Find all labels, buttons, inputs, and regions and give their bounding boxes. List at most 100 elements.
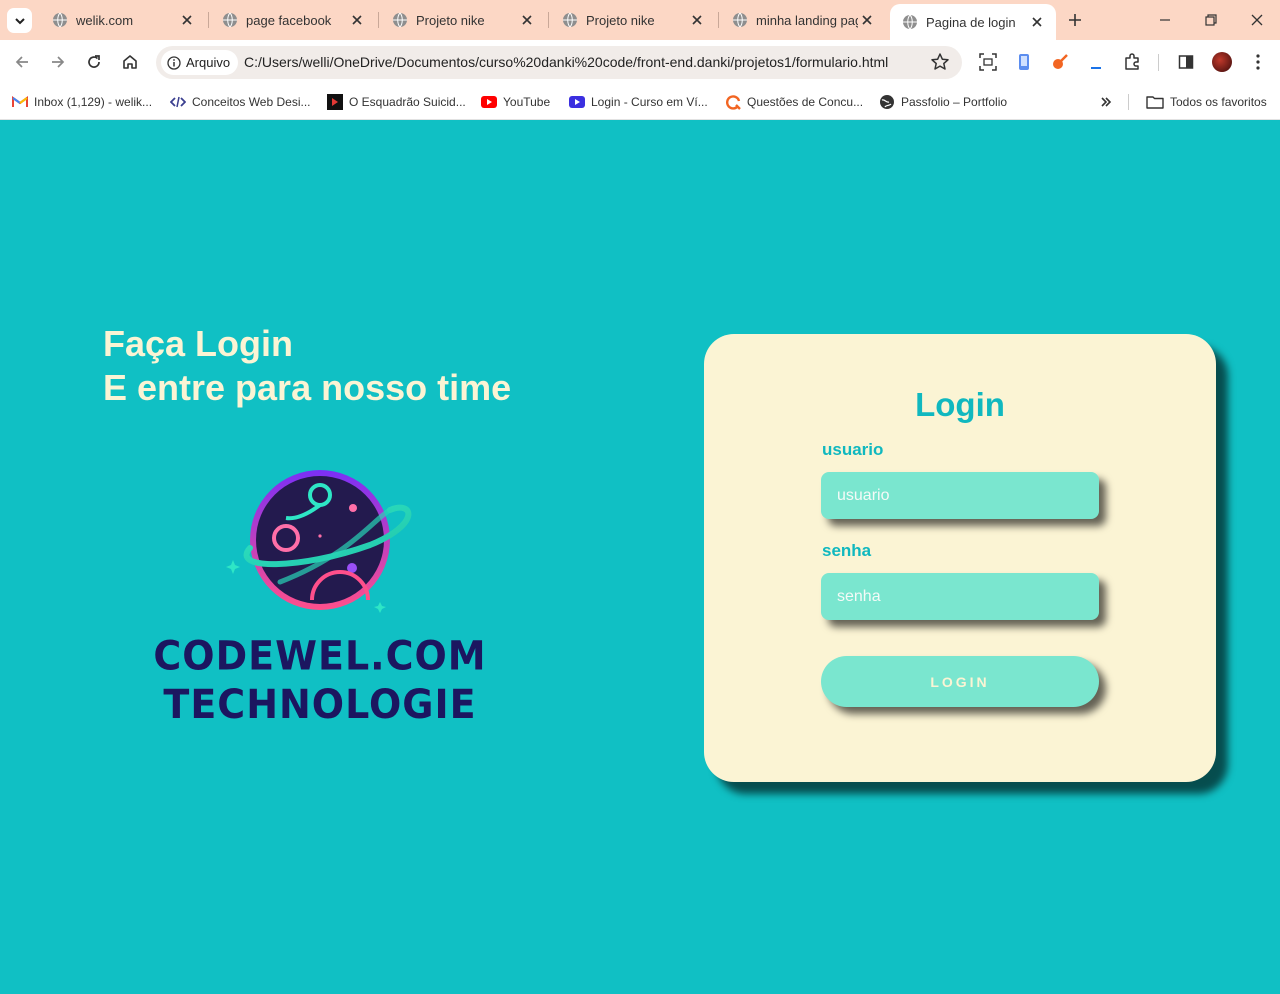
- bookmark-label: Conceitos Web Desi...: [192, 95, 311, 109]
- bookmark-label: Passfolio – Portfolio: [901, 95, 1008, 109]
- bookmark-conceitos-web[interactable]: Conceitos Web Desi...: [170, 92, 311, 112]
- hero-line-1: Faça Login: [103, 323, 294, 364]
- tab-welik[interactable]: welik.com: [40, 0, 206, 40]
- close-icon[interactable]: [688, 11, 706, 29]
- home-button[interactable]: [118, 50, 142, 74]
- dropper-icon: [1053, 54, 1068, 69]
- tab-separator: [718, 12, 719, 28]
- new-tab-button[interactable]: [1064, 9, 1086, 31]
- bookmark-login-curso[interactable]: Login - Curso em Ví...: [569, 92, 708, 112]
- underscore-icon: [1091, 67, 1101, 69]
- hero-line-2: E entre para nosso time: [103, 367, 512, 408]
- bookmark-inbox[interactable]: Inbox (1,129) - welik...: [12, 92, 152, 112]
- chevron-double-right-icon: [1101, 97, 1112, 107]
- password-label: senha: [822, 541, 872, 560]
- screenshot-icon: [979, 53, 997, 71]
- brand-line-1: CODEWEL.COM: [153, 632, 487, 679]
- tab-title: minha landing page: [756, 12, 858, 28]
- brand-line-2: TECHNOLOGIE: [163, 681, 477, 728]
- globe-icon: [223, 12, 237, 28]
- close-icon[interactable]: [1028, 13, 1046, 31]
- bookmark-star-icon[interactable]: [930, 52, 950, 77]
- tab-minha-landing-page[interactable]: minha landing page: [720, 0, 886, 40]
- address-bar[interactable]: Arquivo C:/Users/welli/OneDrive/Document…: [156, 46, 962, 79]
- restore-icon: [1205, 14, 1217, 26]
- bookmark-label: O Esquadrão Suicid...: [349, 95, 466, 109]
- kebab-menu-icon: [1256, 54, 1260, 70]
- globe-icon: [903, 14, 917, 30]
- tab-search-button[interactable]: [7, 8, 32, 33]
- tab-strip: welik.com page facebook Projeto nike Pro…: [0, 0, 1280, 40]
- qconcursos-icon: [725, 94, 741, 110]
- chevron-down-icon: [14, 17, 25, 24]
- close-icon[interactable]: [348, 11, 366, 29]
- restore-button[interactable]: [1198, 8, 1224, 32]
- globe-icon: [563, 12, 577, 28]
- all-bookmarks-folder[interactable]: Todos os favoritos: [1146, 92, 1267, 112]
- tab-title: page facebook: [246, 12, 332, 28]
- url-text[interactable]: C:/Users/welli/OneDrive/Documentos/curso…: [244, 54, 888, 70]
- phone-icon: [1019, 54, 1029, 70]
- close-icon[interactable]: [858, 11, 876, 29]
- hero-heading: Faça Login E entre para nosso time: [103, 322, 511, 410]
- planet-logo-icon: [226, 470, 412, 613]
- bookmark-label: Questões de Concu...: [747, 95, 864, 109]
- reload-icon: [88, 55, 100, 68]
- arrow-right-icon: [52, 56, 65, 68]
- menu-button[interactable]: [1247, 51, 1269, 73]
- tab-pagina-de-login[interactable]: Pagina de login: [890, 4, 1056, 40]
- bookmark-label: Login - Curso em Ví...: [591, 95, 708, 109]
- login-button[interactable]: LOGIN: [821, 656, 1099, 707]
- forward-button[interactable]: [46, 50, 70, 74]
- brand-wordmark: CODEWEL.COM TECHNOLOGIE: [140, 632, 500, 729]
- profile-avatar[interactable]: [1212, 52, 1232, 72]
- screen-capture-extension[interactable]: [977, 51, 999, 73]
- bookmarks-bar: Inbox (1,129) - welik... Conceitos Web D…: [0, 84, 1280, 120]
- tab-separator: [378, 12, 379, 28]
- site-info-chip[interactable]: Arquivo: [161, 50, 239, 75]
- bookmarks-separator: [1128, 94, 1129, 110]
- bookmark-questoes[interactable]: Questões de Concu...: [725, 92, 863, 112]
- close-icon[interactable]: [178, 11, 196, 29]
- home-icon: [123, 55, 137, 69]
- extensions-button[interactable]: [1121, 51, 1143, 73]
- youtube-icon: [481, 94, 497, 110]
- tab-title: Projeto nike: [586, 12, 655, 28]
- tab-projeto-nike[interactable]: Projeto nike: [380, 0, 546, 40]
- minimize-icon: [1160, 19, 1170, 21]
- bookmark-label: YouTube: [503, 95, 551, 109]
- underscore-extension[interactable]: [1085, 51, 1107, 73]
- login-card: Login usuario senha LOGIN: [704, 334, 1216, 782]
- tab-title: Pagina de login: [926, 14, 1016, 30]
- tab-separator: [208, 12, 209, 28]
- more-bookmarks-button[interactable]: [1096, 92, 1116, 112]
- globe-icon: [53, 12, 67, 28]
- plus-icon: [1069, 14, 1081, 26]
- bookmark-youtube[interactable]: YouTube: [481, 92, 550, 112]
- globe-icon: [393, 12, 407, 28]
- bookmark-esquadrao[interactable]: O Esquadrão Suicid...: [327, 92, 466, 112]
- tab-separator: [548, 12, 549, 28]
- close-icon[interactable]: [518, 11, 536, 29]
- side-panel-button[interactable]: [1175, 51, 1197, 73]
- code-icon: [170, 94, 186, 110]
- minimize-button[interactable]: [1152, 8, 1178, 32]
- info-icon: [167, 55, 181, 70]
- bookmark-passfolio[interactable]: Passfolio – Portfolio: [879, 92, 1007, 112]
- puzzle-icon: [1125, 53, 1139, 70]
- tab-page-facebook[interactable]: page facebook: [210, 0, 376, 40]
- login-title: Login: [915, 386, 1005, 423]
- gmail-icon: [12, 94, 28, 110]
- back-button[interactable]: [10, 50, 34, 74]
- bookmark-label: Todos os favoritos: [1170, 95, 1267, 109]
- username-input[interactable]: [821, 472, 1099, 519]
- reload-button[interactable]: [82, 50, 106, 74]
- phone-extension[interactable]: [1013, 51, 1035, 73]
- username-label: usuario: [822, 440, 884, 459]
- close-window-button[interactable]: [1244, 8, 1270, 32]
- tab-projeto-nike-2[interactable]: Projeto nike: [550, 0, 716, 40]
- site-chip-label: Arquivo: [186, 55, 231, 70]
- password-input[interactable]: [821, 573, 1099, 620]
- movie-icon: [327, 94, 343, 110]
- color-extension[interactable]: [1049, 51, 1071, 73]
